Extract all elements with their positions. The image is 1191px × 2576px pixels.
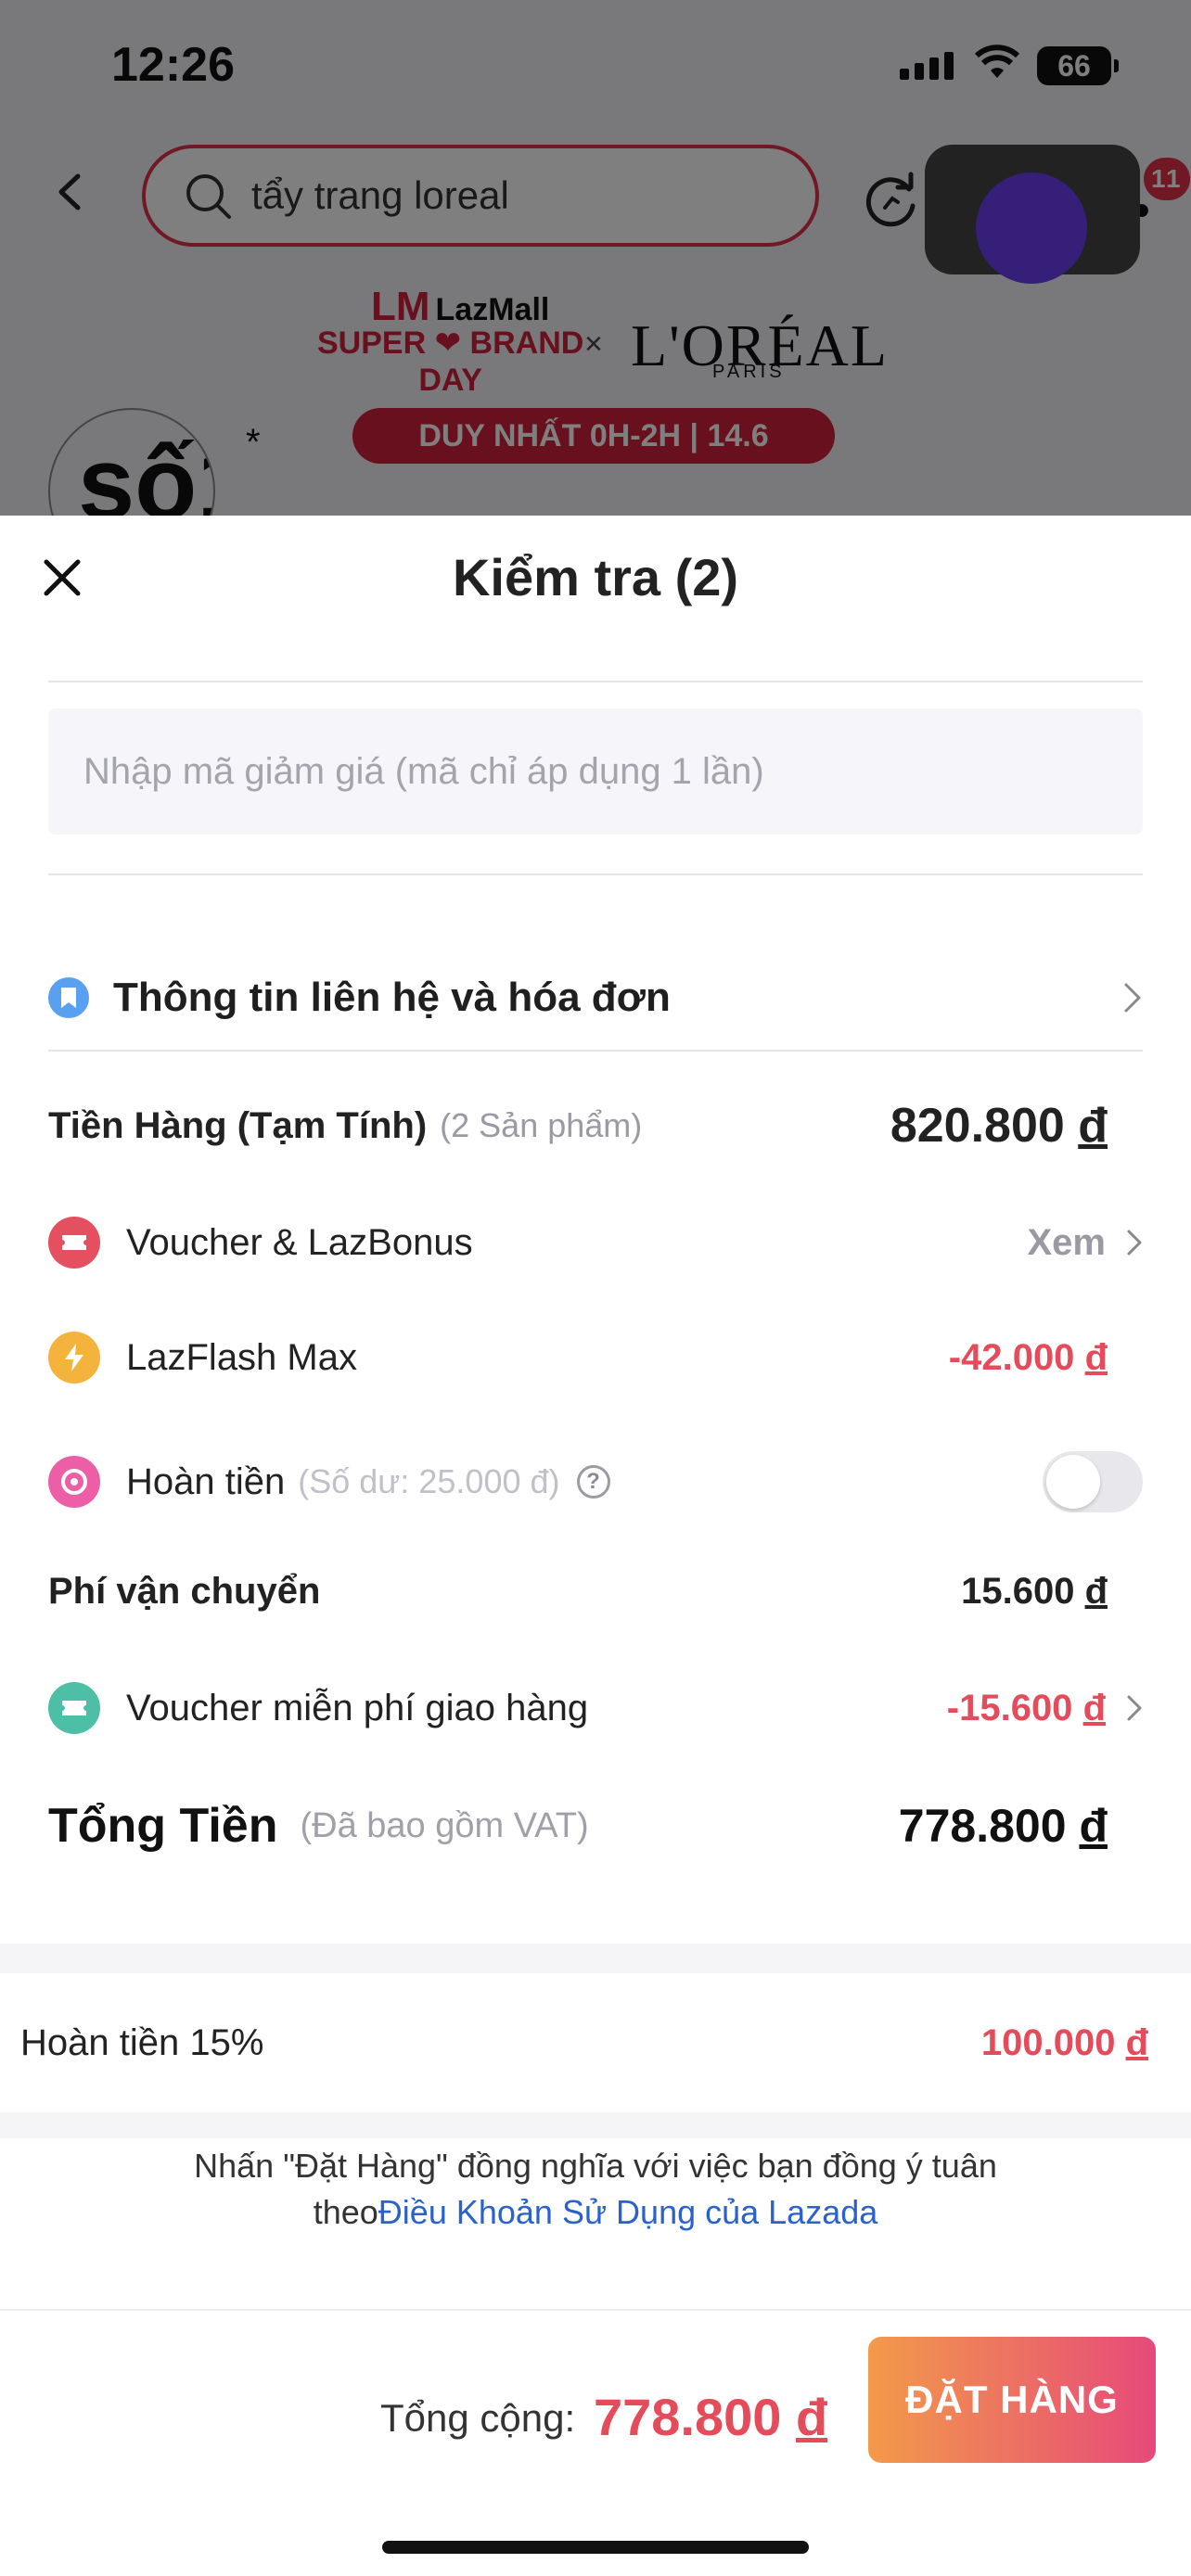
terms-link[interactable]: Điều Khoản Sử Dụng của Lazada — [378, 2193, 877, 2231]
total-label: Tổng Tiền — [48, 1799, 278, 1853]
free-shipping-voucher-row[interactable]: Voucher miễn phí giao hàng -15.600 đ — [48, 1671, 1143, 1745]
background-page: 12:26 66 tẩy trang loreal — [0, 0, 1191, 519]
subtotal-value: 820.800 đ — [890, 1099, 1108, 1153]
free-shipping-label: Voucher miễn phí giao hàng — [126, 1687, 589, 1728]
receipt-icon — [48, 977, 89, 1018]
cashback-row: Hoàn tiền 15% 100.000 đ — [0, 1973, 1191, 2112]
lazflash-value: -42.000 đ — [948, 1336, 1108, 1378]
total-vat-note: (Đã bao gồm VAT) — [300, 1805, 589, 1845]
chevron-right-icon — [1127, 1695, 1142, 1721]
subtotal-count: (2 Sản phẩm) — [440, 1106, 643, 1144]
refund-label: Hoàn tiền — [126, 1460, 286, 1502]
total-row: Tổng Tiền (Đã bao gồm VAT) 778.800 đ — [48, 1784, 1143, 1868]
voucher-lazbonus-label: Voucher & LazBonus — [126, 1221, 473, 1263]
subtotal-label: Tiền Hàng (Tạm Tính) — [48, 1104, 428, 1146]
refund-balance-row: Hoàn tiền (Số dư: 25.000 đ) ? — [48, 1445, 1143, 1519]
cashback-value: 100.000 đ — [980, 2021, 1148, 2063]
terms-theo: theo — [313, 2193, 378, 2231]
section-separator — [0, 1944, 1191, 1973]
divider — [48, 1050, 1143, 1052]
contact-invoice-row[interactable]: Thông tin liên hệ và hóa đơn — [48, 933, 1143, 1063]
modal-overlay[interactable] — [0, 0, 1191, 519]
terms-notice: Nhấn "Đặt Hàng" đồng nghĩa với việc bạn … — [0, 2143, 1191, 2236]
place-order-button[interactable]: ĐẶT HÀNG — [868, 2337, 1156, 2463]
free-shipping-value: -15.600 đ — [946, 1687, 1106, 1728]
lazflash-row: LazFlash Max -42.000 đ — [48, 1320, 1143, 1395]
divider — [48, 874, 1143, 875]
divider — [48, 681, 1143, 682]
refund-toggle[interactable] — [1043, 1451, 1143, 1512]
sheet-title: Kiểm tra (2) — [452, 548, 739, 606]
ticket-icon — [48, 1682, 100, 1734]
voucher-lazbonus-row[interactable]: Voucher & LazBonus Xem — [48, 1205, 1143, 1280]
shipping-label: Phí vận chuyển — [48, 1570, 321, 1612]
terms-text: Nhấn "Đặt Hàng" đồng nghĩa với việc bạn … — [194, 2147, 997, 2185]
refund-balance: (Số dư: 25.000 đ) — [298, 1462, 560, 1500]
chevron-right-icon — [1127, 1230, 1142, 1256]
voucher-icon — [48, 1217, 100, 1269]
home-indicator — [382, 2541, 809, 2554]
cashback-label: Hoàn tiền 15% — [20, 2021, 264, 2063]
checkout-sheet: Kiểm tra (2) Thông tin liên hệ và hóa đơ… — [0, 516, 1191, 2576]
voucher-code-input[interactable] — [48, 708, 1143, 835]
help-icon[interactable]: ? — [576, 1465, 610, 1498]
section-separator — [0, 2112, 1191, 2138]
lazflash-label: LazFlash Max — [126, 1336, 357, 1378]
subtotal-row: Tiền Hàng (Tạm Tính) (2 Sản phẩm) 820.80… — [48, 1089, 1143, 1163]
grand-total-value: 778.800 đ — [594, 2388, 828, 2446]
total-value: 778.800 đ — [898, 1800, 1108, 1852]
checkout-bottom-bar: Tổng cộng: 778.800 đ ĐẶT HÀNG — [0, 2309, 1191, 2576]
shipping-fee-row: Phí vận chuyển 15.600 đ — [48, 1554, 1143, 1628]
grand-total-label: Tổng cộng: — [380, 2396, 576, 2440]
contact-label: Thông tin liên hệ và hóa đơn — [113, 975, 671, 1020]
shipping-value: 15.600 đ — [961, 1570, 1108, 1612]
refund-icon — [48, 1456, 100, 1508]
lightning-icon — [48, 1332, 100, 1384]
chevron-right-icon — [1124, 983, 1141, 1013]
voucher-view-link[interactable]: Xem — [1028, 1222, 1107, 1264]
